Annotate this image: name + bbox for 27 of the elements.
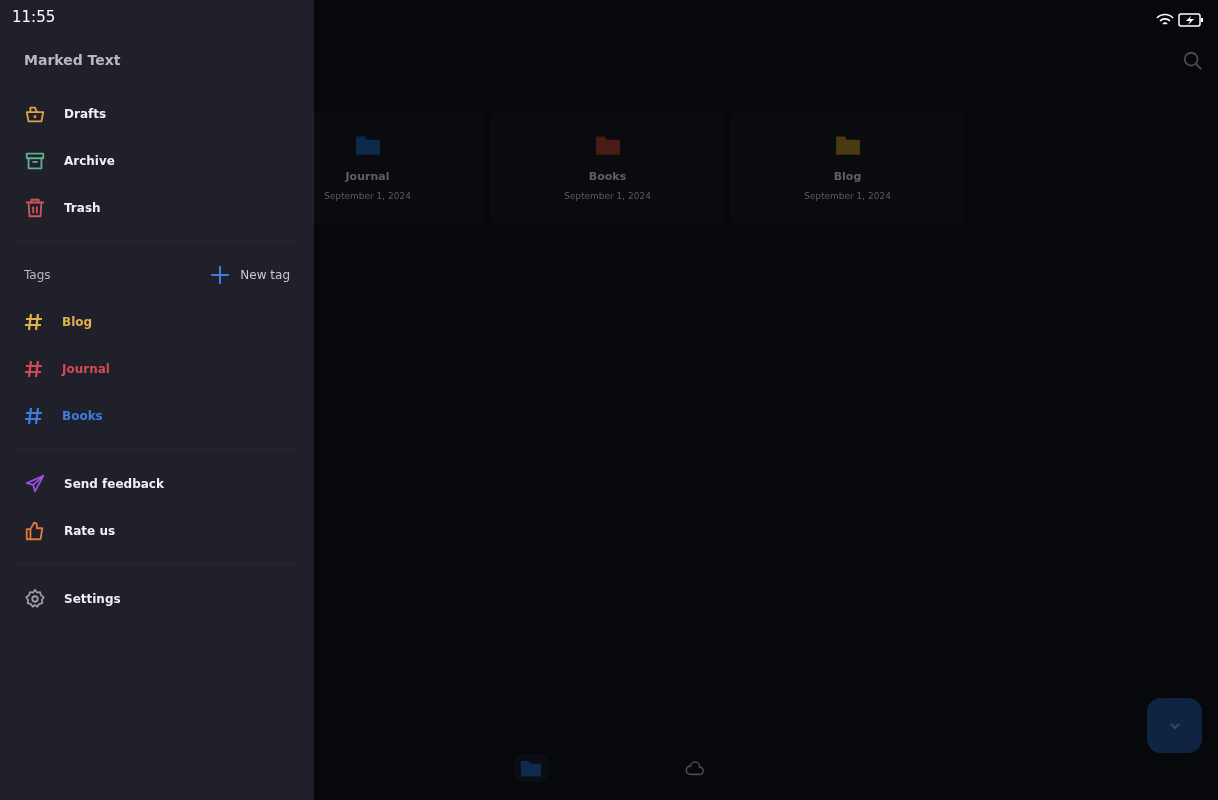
- thumbs-up-icon: [24, 519, 46, 542]
- app-title: Marked Text: [23, 51, 122, 70]
- bottom-nav-tab[interactable]: [514, 754, 548, 782]
- trash-icon: [24, 196, 46, 219]
- wifi-icon: [1156, 13, 1174, 27]
- folder-name: Books: [588, 170, 627, 184]
- tag-item[interactable]: Journal: [0, 345, 314, 392]
- menu-item[interactable]: Send feedback: [0, 460, 314, 507]
- tag-item[interactable]: Books: [0, 392, 314, 439]
- folder-date: September 1, 2024: [804, 191, 891, 202]
- folder-date: September 1, 2024: [324, 191, 411, 202]
- section-heading: Tags: [24, 268, 51, 282]
- collapse-button[interactable]: [1147, 698, 1202, 753]
- folder-name: Journal: [345, 170, 390, 184]
- plus-icon: [210, 265, 231, 285]
- folder-name: Blog: [833, 170, 862, 184]
- menu-item[interactable]: Settings: [0, 575, 314, 622]
- settings-icon: [24, 587, 46, 610]
- new-tag-button[interactable]: New tag: [210, 265, 290, 285]
- status-time: 11:55: [11, 7, 57, 28]
- menu-item[interactable]: Rate us: [0, 507, 314, 554]
- battery-icon: [1178, 13, 1204, 27]
- search-icon[interactable]: [1182, 50, 1204, 72]
- folder-icon: [520, 758, 542, 778]
- tag-item[interactable]: Blog: [0, 298, 314, 345]
- paper-plane-icon: [24, 472, 46, 495]
- folder-date: September 1, 2024: [564, 191, 651, 202]
